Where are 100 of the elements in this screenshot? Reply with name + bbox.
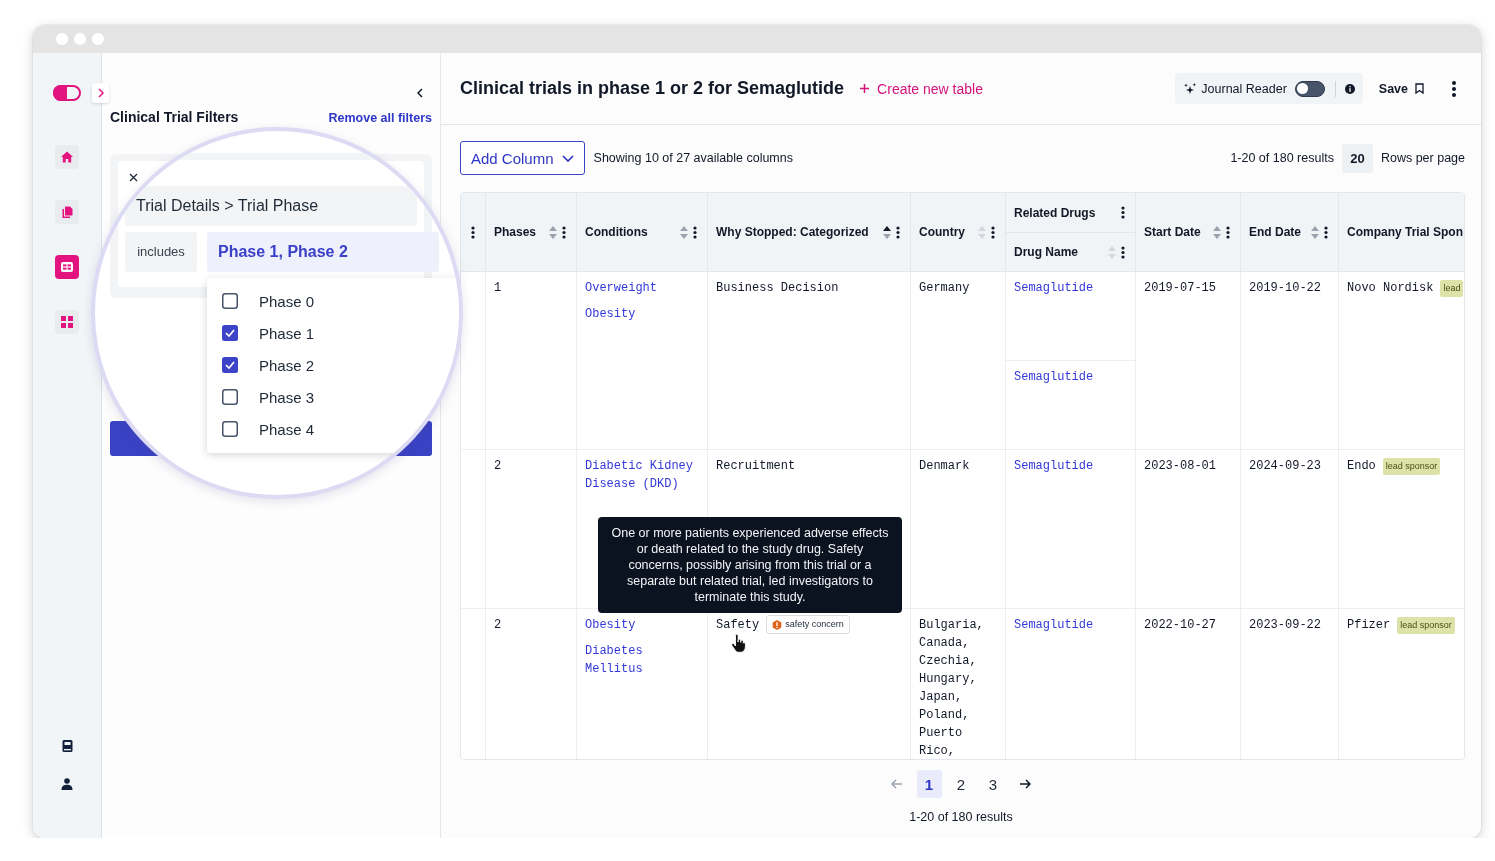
- nav-button[interactable]: [55, 200, 79, 224]
- documents-icon: [61, 206, 73, 218]
- kebab-menu-icon[interactable]: [1121, 206, 1125, 219]
- sponsor-name: Pfizer: [1347, 617, 1391, 634]
- kebab-menu-icon[interactable]: [471, 225, 475, 239]
- condition-link[interactable]: Diabetic Kidney Disease (DKD): [585, 457, 699, 493]
- kebab-menu-icon[interactable]: [896, 225, 900, 239]
- end-date: 2019-10-22: [1249, 281, 1321, 295]
- sponsor-name: Novo Nordisk: [1347, 280, 1434, 297]
- save-button[interactable]: Save: [1378, 81, 1424, 96]
- column-header[interactable]: End Date: [1241, 193, 1339, 272]
- rows-per-page-field[interactable]: 20: [1341, 143, 1373, 173]
- bookmark-icon: [1415, 83, 1424, 94]
- start-date: 2022-10-27: [1144, 618, 1216, 632]
- tooltip: One or more patients experienced adverse effects or death related to the study drug. Safety concerns, possibly arising from this trial or a separate but related trial, led investigators to terminate this study.: [598, 517, 902, 613]
- checkbox[interactable]: [222, 293, 238, 309]
- start-date: 2023-08-01: [1144, 459, 1216, 473]
- sponsor-tag: lead: [1440, 280, 1464, 297]
- arrow-right-icon[interactable]: [1019, 779, 1031, 789]
- person-icon[interactable]: [61, 778, 73, 790]
- capsule-logo-icon[interactable]: [53, 85, 81, 101]
- chevron-left-icon[interactable]: [417, 88, 423, 98]
- close-icon[interactable]: [129, 173, 138, 182]
- option-label[interactable]: Phase 3: [259, 388, 315, 406]
- column-header[interactable]: Drug Name: [1006, 233, 1136, 272]
- nav-button[interactable]: [55, 145, 79, 169]
- book-icon[interactable]: [61, 740, 73, 752]
- column-header[interactable]: Country: [911, 193, 1006, 272]
- kebab-menu-icon[interactable]: [562, 225, 566, 239]
- column-header[interactable]: Company Trial Spon: [1339, 193, 1464, 272]
- checkbox[interactable]: [222, 357, 238, 373]
- column-group-header[interactable]: Related Drugs: [1006, 193, 1136, 233]
- end-date: 2023-09-22: [1249, 618, 1321, 632]
- phase-number: 2: [494, 459, 502, 473]
- drug-link[interactable]: Semaglutide: [1014, 281, 1094, 295]
- remove-filters-link[interactable]: Remove all filters: [328, 110, 432, 126]
- results-summary: 1-20 of 180 results: [909, 810, 1013, 825]
- condition-link[interactable]: Obesity: [585, 305, 636, 323]
- checkbox[interactable]: [222, 421, 238, 437]
- operator-select[interactable]: includes: [125, 232, 197, 272]
- tag-label: safety concern: [785, 619, 844, 630]
- option-label[interactable]: Phase 0: [259, 292, 315, 310]
- kebab-menu-icon[interactable]: [693, 225, 697, 239]
- chevron-right-icon: [97, 88, 104, 98]
- warning-hexagon-icon: [772, 619, 783, 630]
- stop-reason: Recruitment: [716, 459, 796, 473]
- condition-link[interactable]: Overweight: [585, 279, 657, 297]
- column-header[interactable]: Conditions: [577, 193, 708, 272]
- window-control-icon: [92, 33, 104, 45]
- kebab-menu-icon[interactable]: [1121, 245, 1125, 259]
- create-table-link[interactable]: Create new table: [860, 80, 983, 97]
- sparkle-icon: [1184, 82, 1197, 95]
- drug-link[interactable]: Semaglutide: [1014, 618, 1094, 632]
- columns-info: Showing 10 of 27 available columns: [593, 151, 793, 165]
- drug-link[interactable]: Semaglutide: [1014, 459, 1094, 473]
- checkbox[interactable]: [222, 325, 238, 341]
- page-button[interactable]: 3: [980, 770, 1006, 798]
- chevron-down-icon: [561, 154, 574, 162]
- expand-button[interactable]: [92, 83, 109, 103]
- option-label[interactable]: Phase 2: [259, 356, 315, 374]
- table-icon: [61, 261, 73, 273]
- window-control-icon: [74, 33, 86, 45]
- drug-link[interactable]: Semaglutide: [1014, 370, 1094, 384]
- kebab-menu-icon[interactable]: [1226, 225, 1230, 239]
- filter-breadcrumb: Trial Details > Trial Phase: [125, 186, 417, 226]
- page-button[interactable]: 1: [916, 770, 942, 798]
- nav-button[interactable]: [55, 310, 79, 334]
- page-title: Clinical trials in phase 1 or 2 for Semaglutide: [460, 78, 845, 99]
- journal-reader-label: Journal Reader: [1201, 81, 1287, 96]
- stop-reason: Business Decision: [716, 281, 839, 295]
- checkbox[interactable]: [222, 389, 238, 405]
- value-select[interactable]: Phase 1, Phase 2: [207, 232, 439, 272]
- panel-title: Clinical Trial Filters: [110, 109, 239, 125]
- plus-icon: [860, 84, 870, 93]
- column-header[interactable]: Why Stopped: Categorized: [708, 193, 911, 272]
- start-date: 2019-07-15: [1144, 281, 1216, 295]
- end-date: 2024-09-23: [1249, 459, 1321, 473]
- column-header[interactable]: Start Date: [1136, 193, 1241, 272]
- results-count: 1-20 of 180 results: [1230, 151, 1334, 165]
- option-label[interactable]: Phase 4: [259, 420, 315, 438]
- phase-number: 2: [494, 618, 502, 632]
- phase-number: 1: [494, 281, 502, 295]
- stop-reason: Safety: [716, 617, 760, 634]
- more-menu-icon[interactable]: [1452, 80, 1456, 97]
- add-column-button[interactable]: Add Column: [460, 141, 585, 175]
- condition-link[interactable]: Obesity: [585, 616, 636, 634]
- sort-icon[interactable]: [883, 225, 891, 239]
- kebab-menu-icon[interactable]: [1324, 225, 1328, 239]
- toggle-switch[interactable]: [1294, 80, 1325, 97]
- option-label[interactable]: Phase 1: [259, 324, 315, 342]
- country-name: Germany: [919, 280, 971, 297]
- info-icon[interactable]: [1344, 83, 1355, 94]
- nav-button[interactable]: [55, 255, 79, 279]
- column-header[interactable]: Phases: [486, 193, 577, 272]
- condition-link[interactable]: Diabetes Mellitus: [585, 642, 699, 678]
- sponsor-tag: lead sponsor: [1382, 458, 1441, 475]
- sponsor-tag: lead sponsor: [1397, 617, 1455, 634]
- page-button[interactable]: 2: [948, 770, 974, 798]
- kebab-menu-icon[interactable]: [991, 225, 995, 239]
- country-name: Denmark: [919, 458, 971, 475]
